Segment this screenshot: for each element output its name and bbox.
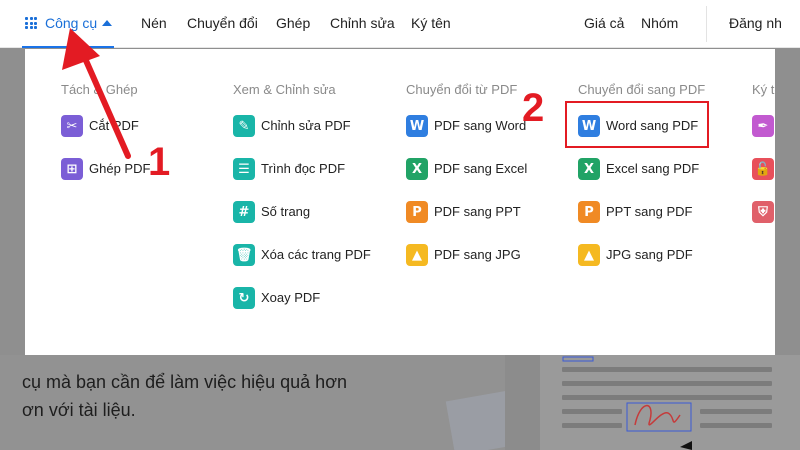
reader-icon: ☰ [233,158,255,180]
menu-item-label: Excel sang PDF [606,161,700,176]
nav-separator [706,6,707,42]
column-heading-convert-to-pdf: Chuyển đổi sang PDF [578,82,706,97]
trash-icon: 🗑 [233,244,255,266]
page-number-icon: # [233,201,255,223]
unlock-icon: 🔓 [752,158,774,180]
menu-item-label: Xóa các trang PDF [261,247,371,262]
column-heading-split-merge: Tách & Ghép [61,82,138,97]
login-link[interactable]: Đăng nh [729,15,782,31]
menu-item-label: Số trang [261,204,311,219]
shield-icon: ⛨ [752,201,774,223]
ppt-icon: P [406,201,428,223]
ppt-icon: P [578,201,600,223]
grid-icon [25,17,37,29]
tools-menu-button[interactable]: Công cụ [22,0,114,48]
image-icon: ▲ [578,244,600,266]
edit-icon: ✎ [233,115,255,137]
menu-item-label: Trình đọc PDF [261,161,346,176]
menu-item-label: JPG sang PDF [606,247,693,262]
word-icon: W [406,115,428,137]
nav-merge[interactable]: Ghép [276,15,310,31]
nav-compress[interactable]: Nén [141,15,167,31]
column-heading-sign: Ký tê [752,82,775,97]
hero-text-line-2: ơn với tài liệu. [22,400,136,420]
menu-item-label: Cắt PDF [89,118,139,133]
excel-icon: X [406,158,428,180]
nav-sign[interactable]: Ký tên [411,15,451,31]
column-heading-view-edit: Xem & Chỉnh sửa [233,82,336,97]
tools-dropdown-menu: Tách & Ghép ✂ Cắt PDF ⊞ Ghép PDF Xem & C… [25,49,775,355]
step-1-label: 1 [148,140,171,184]
rotate-icon: ↻ [233,287,255,309]
merge-icon: ⊞ [61,158,83,180]
scissors-icon: ✂ [61,115,83,137]
column-heading-convert-from-pdf: Chuyển đổi từ PDF [406,82,518,97]
tools-menu-label: Công cụ [45,15,98,31]
menu-item-label: PDF sang Excel [434,161,528,176]
menu-item-label: Xoay PDF [261,290,321,305]
top-navbar: Công cụ Nén Chuyển đổi Ghép Chỉnh sửa Ký… [0,0,800,48]
caret-up-icon [102,20,112,26]
sign-icon: ✒ [752,115,774,137]
nav-teams[interactable]: Nhóm [641,15,678,31]
hero-text-line-1: cụ mà bạn cần để làm việc hiệu quả hơn [22,372,348,392]
image-icon: ▲ [406,244,428,266]
menu-item-label: PDF sang Word [434,118,527,133]
menu-item-label: PDF sang PPT [434,204,521,219]
menu-item-label: Chỉnh sửa PDF [261,118,351,133]
menu-item-label: PDF sang JPG [434,247,521,262]
step-2-label: 2 [522,86,545,130]
nav-convert[interactable]: Chuyển đổi [187,15,258,31]
nav-pricing[interactable]: Giá cả [584,15,624,31]
divider [505,355,540,450]
signature-illustration [562,356,692,450]
menu-item-label: Ghép PDF [89,161,151,176]
highlight-box [565,101,709,148]
menu-item-label: PPT sang PDF [606,204,693,219]
excel-icon: X [578,158,600,180]
nav-edit[interactable]: Chỉnh sửa [330,15,395,31]
